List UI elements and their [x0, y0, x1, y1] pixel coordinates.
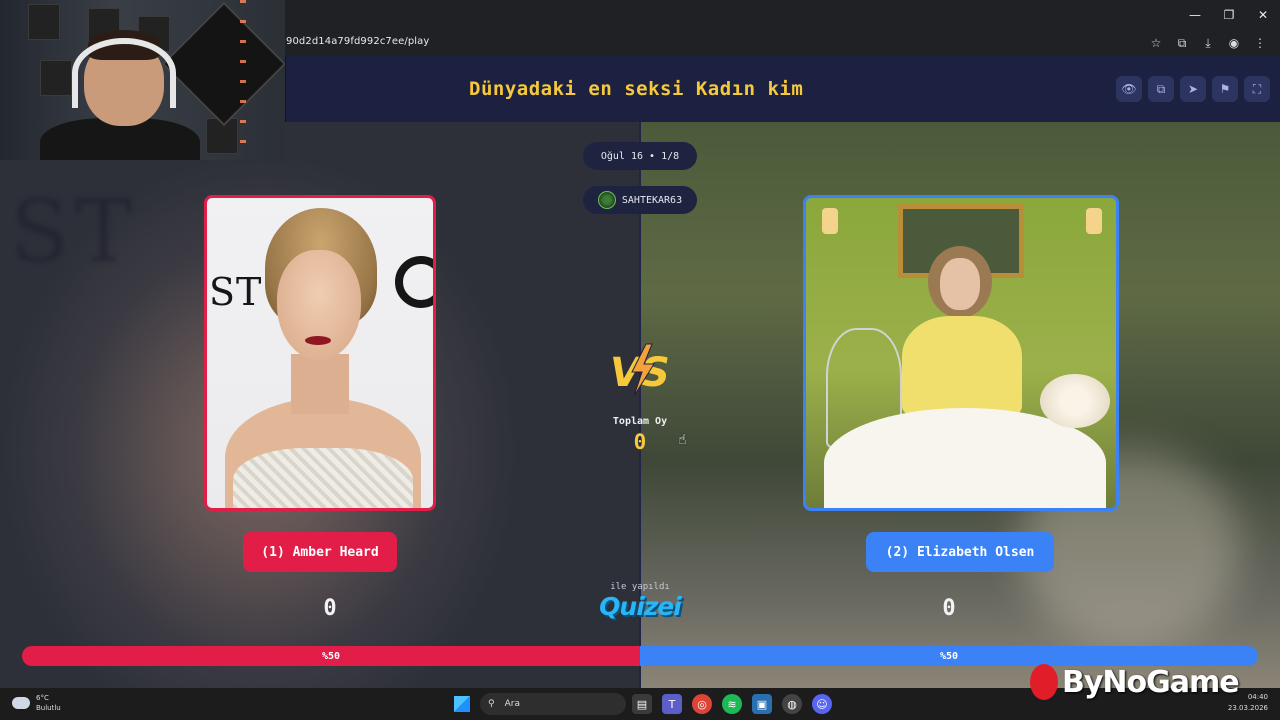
wall-poster [28, 4, 60, 40]
right-contestant-photo[interactable] [803, 195, 1119, 511]
photo-dress [902, 316, 1022, 416]
bynogame-watermark: ByNoGame [1030, 664, 1240, 700]
photo-neck [291, 354, 349, 414]
search-placeholder: Ara [504, 699, 520, 709]
right-share-segment: %50 [640, 646, 1258, 666]
minimize-button[interactable]: — [1178, 0, 1212, 30]
taskbar-apps: ▤ T ◎ ≋ ▣ ◍ ☺ [632, 694, 832, 714]
webcam-overlay [0, 0, 285, 160]
weather-text: 6°C Bulutlu [36, 693, 61, 713]
left-contestant-photo[interactable]: ST [204, 195, 436, 511]
spotify-icon[interactable]: ≋ [722, 694, 742, 714]
string-lights [240, 0, 246, 160]
taskbar-search[interactable]: ⚲ Ara [480, 693, 626, 715]
left-photo-backdrop-text: ST [209, 270, 263, 314]
right-score: 0 [942, 596, 956, 621]
quizei-logo[interactable]: Quizei [590, 592, 690, 621]
wall-sign [161, 1, 285, 127]
eye-icon[interactable]: 👁 [1116, 76, 1142, 102]
weather-widget[interactable]: 6°C Bulutlu [12, 693, 61, 713]
browser-toolbar: ☆ ⧉ ⤓ ◉ ⋮ [1146, 33, 1270, 53]
left-share-segment: %50 [22, 646, 640, 666]
profile-icon[interactable]: ◉ [1224, 33, 1244, 53]
total-votes-value: 0 [633, 430, 647, 454]
copy-icon[interactable]: ⧉ [1148, 76, 1174, 102]
discord-icon[interactable]: ☺ [812, 694, 832, 714]
left-score: 0 [323, 596, 337, 621]
teams-icon[interactable]: T [662, 694, 682, 714]
vs-icon: VS [610, 343, 670, 397]
fullscreen-icon[interactable]: ⛶ [1244, 76, 1270, 102]
headset-icon [72, 38, 176, 108]
file-explorer-icon[interactable]: ▤ [632, 694, 652, 714]
photo-face [940, 258, 980, 310]
download-icon[interactable]: ⤓ [1198, 33, 1218, 53]
user-badge[interactable]: SAHTEKAR63 [583, 186, 697, 214]
weather-condition: Bulutlu [36, 704, 61, 712]
quiz-title: Dünyadaki en seksi Kadın kim [469, 78, 804, 100]
photo-dress [233, 448, 413, 508]
round-info-badge: Oğul 16 • 1/8 [583, 142, 697, 170]
window-controls: — ❐ ✕ [1178, 0, 1280, 30]
vote-share-bar: %50 %50 [22, 646, 1258, 666]
made-with-label: ile yapıldı [610, 582, 670, 592]
watermark-text: ByNoGame [1062, 664, 1240, 700]
photos-icon[interactable]: ▣ [752, 694, 772, 714]
left-share-label: %50 [321, 650, 341, 662]
wall-poster [40, 60, 72, 96]
vote-right-button[interactable]: (2) Elizabeth Olsen [866, 532, 1054, 572]
right-share-label: %50 [939, 650, 959, 662]
backdrop-logo [395, 256, 433, 308]
vote-left-button[interactable]: (1) Amber Heard [243, 532, 397, 572]
quiz-header: Dünyadaki en seksi Kadın kim 👁 ⧉ ➤ ⚑ ⛶ [286, 56, 1280, 122]
clock-date: 23.03.2026 [1227, 704, 1268, 712]
maximize-button[interactable]: ❐ [1212, 0, 1246, 30]
obs-icon[interactable]: ◍ [782, 694, 802, 714]
round-info-text: Oğul 16 • 1/8 [600, 150, 680, 162]
bynogame-logo-icon [1030, 664, 1058, 700]
temperature: 6°C [36, 694, 49, 702]
photo-lamp-right [1086, 208, 1102, 234]
send-icon[interactable]: ➤ [1180, 76, 1206, 102]
search-icon: ⚲ [488, 699, 495, 709]
mouse-cursor-icon: ☝ [678, 432, 687, 448]
header-tools: 👁 ⧉ ➤ ⚑ ⛶ [1116, 76, 1270, 102]
chrome-icon[interactable]: ◎ [692, 694, 712, 714]
photo-lamp-left [822, 208, 838, 234]
translate-icon[interactable]: ⧉ [1172, 33, 1192, 53]
cloud-icon [12, 697, 30, 709]
left-backdrop-text: ST [10, 182, 139, 282]
flag-icon[interactable]: ⚑ [1212, 76, 1238, 102]
windows-start-icon[interactable] [454, 696, 470, 712]
user-avatar [597, 191, 616, 209]
url-field[interactable]: 90d2d14a79fd992c7ee/play [286, 36, 429, 47]
photo-roses [1040, 374, 1110, 428]
close-button[interactable]: ✕ [1246, 0, 1280, 30]
menu-icon[interactable]: ⋮ [1250, 33, 1270, 53]
photo-lips [305, 336, 331, 345]
total-votes-label: Toplam Oy [612, 416, 668, 427]
username: SAHTEKAR63 [621, 194, 683, 206]
star-icon[interactable]: ☆ [1146, 33, 1166, 53]
